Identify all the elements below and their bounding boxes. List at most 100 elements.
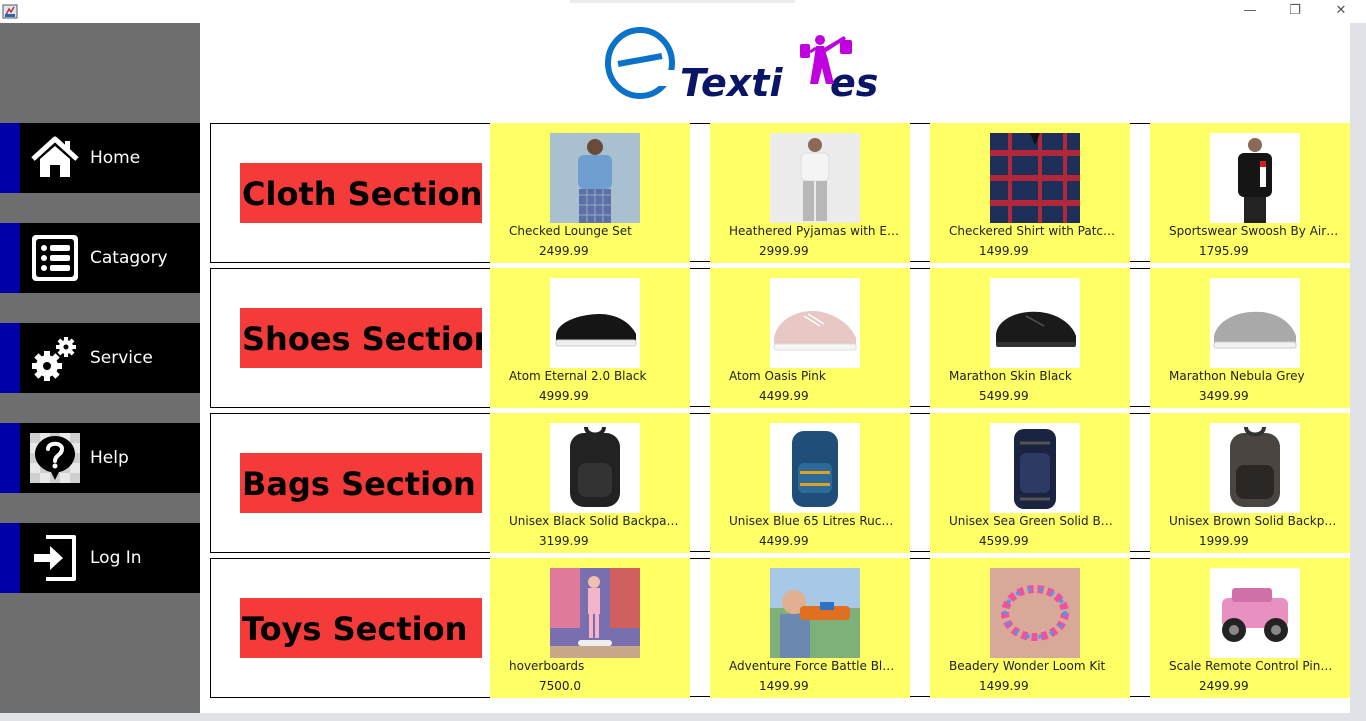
sidebar: Home Catagory Service Help Log In xyxy=(0,23,200,713)
product-card[interactable]: Unisex Blue 65 Litres Rucks... 4499.99 xyxy=(710,413,910,553)
product-price: 4999.99 xyxy=(539,389,589,403)
product-price: 1499.99 xyxy=(759,679,809,693)
section-row: Bags Section Unisex Black Solid Backpack 3… xyxy=(210,413,1350,553)
product-name: Atom Oasis Pink xyxy=(729,369,826,383)
card-divider xyxy=(910,268,930,408)
product-card[interactable]: Unisex Black Solid Backpack 3199.99 xyxy=(490,413,690,553)
product-name: Checked Lounge Set xyxy=(509,224,632,238)
sidebar-item-catagory[interactable]: Catagory xyxy=(0,223,200,293)
card-divider xyxy=(1130,123,1150,263)
card-divider xyxy=(1130,268,1150,408)
product-name: Unisex Sea Green Solid Back... xyxy=(949,514,1119,528)
section-row: Cloth Section Checked Lounge Set 2499.99 He… xyxy=(210,123,1350,263)
sidebar-item-help[interactable]: Help xyxy=(0,423,200,493)
title-strip xyxy=(570,0,795,3)
minimize-button[interactable]: — xyxy=(1235,2,1265,20)
sidebar-item-label: Catagory xyxy=(90,248,168,268)
product-card[interactable]: Checkered Shirt with Patch P... 1499.99 xyxy=(930,123,1130,263)
card-divider xyxy=(910,558,930,698)
product-name: Marathon Skin Black xyxy=(949,369,1072,383)
product-image[interactable] xyxy=(990,133,1080,223)
product-image[interactable] xyxy=(550,423,640,513)
card-divider xyxy=(690,558,710,698)
product-name: Sportswear Swoosh By Air Cr... xyxy=(1169,224,1339,238)
nav-accent xyxy=(0,523,20,593)
product-image[interactable] xyxy=(1210,278,1300,368)
product-name: Beadery Wonder Loom Kit xyxy=(949,659,1106,673)
product-name: Unisex Black Solid Backpack xyxy=(509,514,679,528)
maximize-button[interactable]: ❐ xyxy=(1280,2,1310,20)
card-divider xyxy=(1130,558,1150,698)
product-image[interactable] xyxy=(550,568,640,658)
product-card[interactable]: Sportswear Swoosh By Air Cr... 1795.99 xyxy=(1150,123,1350,263)
product-image[interactable] xyxy=(990,278,1080,368)
product-price: 2499.99 xyxy=(1199,679,1249,693)
logo-text-end: es xyxy=(830,61,878,102)
product-card[interactable]: Checked Lounge Set 2499.99 xyxy=(490,123,690,263)
product-image[interactable] xyxy=(1210,568,1300,658)
product-card[interactable]: Unisex Brown Solid Backpack 1999.99 xyxy=(1150,413,1350,553)
product-name: Checkered Shirt with Patch P... xyxy=(949,224,1119,238)
nav-accent xyxy=(0,323,20,393)
product-price: 2999.99 xyxy=(759,244,809,258)
window-edge xyxy=(1350,23,1366,713)
product-price: 2499.99 xyxy=(539,244,589,258)
list-icon xyxy=(32,235,78,281)
card-divider xyxy=(690,268,710,408)
sidebar-item-home[interactable]: Home xyxy=(0,123,200,193)
product-card[interactable]: Atom Eternal 2.0 Black 4999.99 xyxy=(490,268,690,408)
product-image[interactable] xyxy=(770,423,860,513)
section-title-button[interactable]: Shoes Section xyxy=(240,308,482,368)
product-image[interactable] xyxy=(1210,133,1300,223)
product-price: 5499.99 xyxy=(979,389,1029,403)
product-card[interactable]: Atom Oasis Pink 4499.99 xyxy=(710,268,910,408)
logo-e-swoosh xyxy=(605,27,675,99)
product-image[interactable] xyxy=(550,133,640,223)
product-image[interactable] xyxy=(550,278,640,368)
product-price: 7500.0 xyxy=(539,679,581,693)
product-price: 4499.99 xyxy=(759,534,809,548)
login-icon xyxy=(34,535,76,581)
product-card[interactable]: hoverboards 7500.0 xyxy=(490,558,690,698)
product-price: 1999.99 xyxy=(1199,534,1249,548)
gears-icon xyxy=(32,337,76,381)
product-image[interactable] xyxy=(770,278,860,368)
product-image[interactable] xyxy=(990,423,1080,513)
section-title-button[interactable]: Bags Section xyxy=(240,453,482,513)
close-button[interactable]: ✕ xyxy=(1326,2,1356,20)
product-image[interactable] xyxy=(770,568,860,658)
product-image[interactable] xyxy=(770,133,860,223)
product-image[interactable] xyxy=(1210,423,1300,513)
card-divider xyxy=(1130,413,1150,553)
product-card[interactable]: Marathon Nebula Grey 3499.99 xyxy=(1150,268,1350,408)
product-image[interactable] xyxy=(990,568,1080,658)
sidebar-item-login[interactable]: Log In xyxy=(0,523,200,593)
sidebar-item-label: Home xyxy=(90,148,141,168)
product-name: Heathered Pyjamas with Ela... xyxy=(729,224,899,238)
product-card[interactable]: Beadery Wonder Loom Kit 1499.99 xyxy=(930,558,1130,698)
product-price: 1499.99 xyxy=(979,679,1029,693)
sidebar-item-label: Help xyxy=(90,448,129,468)
product-name: Unisex Brown Solid Backpack xyxy=(1169,514,1339,528)
section-panel: Cloth Section xyxy=(210,123,492,263)
product-price: 3199.99 xyxy=(539,534,589,548)
card-divider xyxy=(690,123,710,263)
product-price: 4499.99 xyxy=(759,389,809,403)
product-card[interactable]: Scale Remote Control Pink J... 2499.99 xyxy=(1150,558,1350,698)
section-title-button[interactable]: Toys Section xyxy=(240,598,482,658)
nav-accent xyxy=(0,223,20,293)
product-card[interactable]: Marathon Skin Black 5499.99 xyxy=(930,268,1130,408)
logo-text: Texti xyxy=(680,61,783,102)
card-divider xyxy=(910,413,930,553)
etextiles-logo: Texti es xyxy=(605,27,878,102)
product-card[interactable]: Unisex Sea Green Solid Back... 4599.99 xyxy=(930,413,1130,553)
sidebar-item-service[interactable]: Service xyxy=(0,323,200,393)
product-price: 4599.99 xyxy=(979,534,1029,548)
product-name: Unisex Blue 65 Litres Rucks... xyxy=(729,514,899,528)
product-card[interactable]: Adventure Force Battle Blazer... 1499.99 xyxy=(710,558,910,698)
product-card[interactable]: Heathered Pyjamas with Ela... 2999.99 xyxy=(710,123,910,263)
section-title-button[interactable]: Cloth Section xyxy=(240,163,482,223)
sidebar-item-label: Service xyxy=(90,348,153,368)
product-name: Atom Eternal 2.0 Black xyxy=(509,369,647,383)
section-row: Toys Section hoverboards 7500.0 Adventure F… xyxy=(210,558,1350,698)
